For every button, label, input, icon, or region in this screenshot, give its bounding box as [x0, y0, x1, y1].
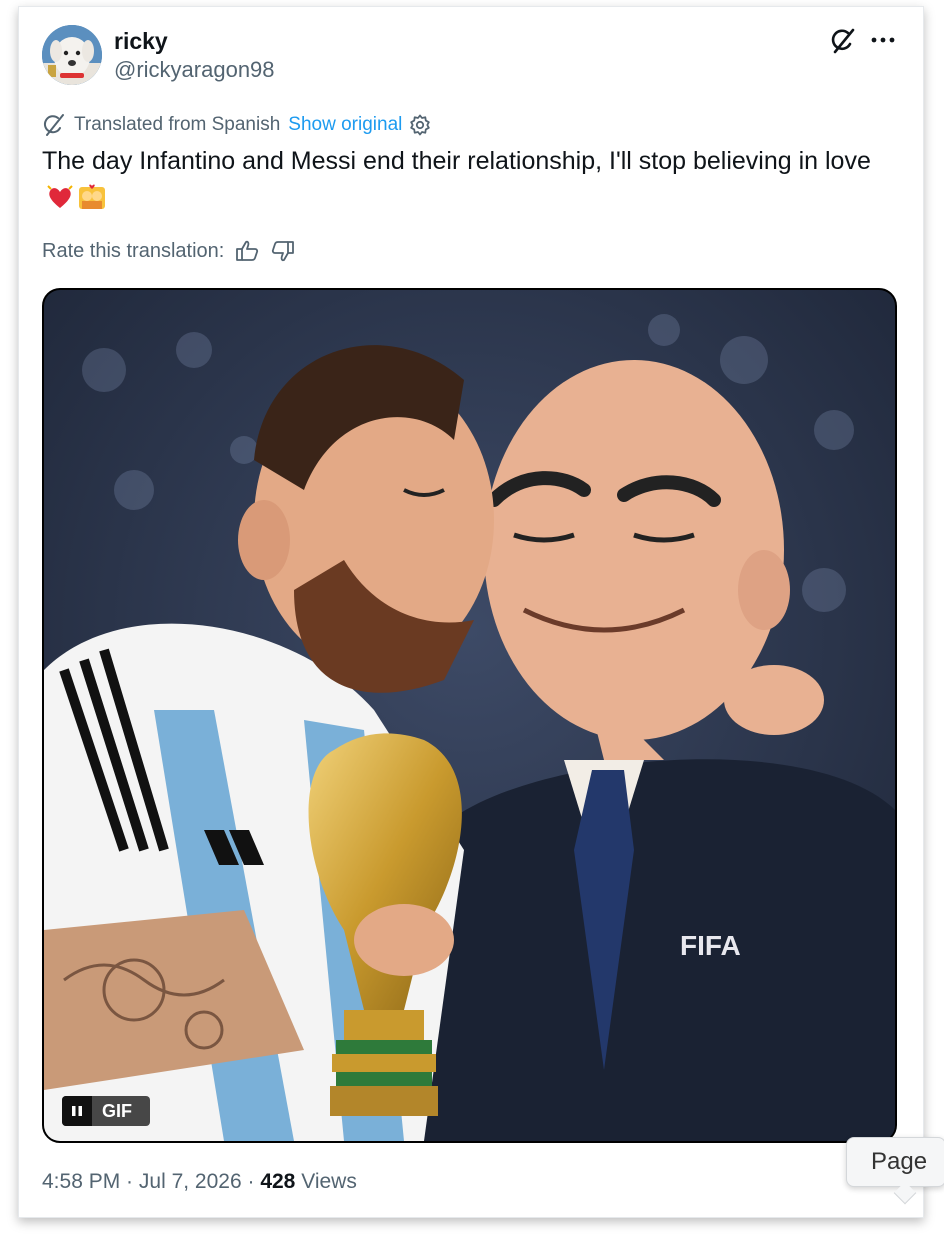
grok-translate-icon — [42, 113, 66, 137]
tweet-date[interactable]: Jul 7, 2026 — [139, 1170, 242, 1193]
show-original-link[interactable]: Show original — [288, 114, 402, 136]
views-label: Views — [295, 1170, 357, 1193]
avatar[interactable] — [42, 25, 102, 85]
pause-icon[interactable] — [62, 1096, 92, 1126]
user-handle[interactable]: @rickyaragon98 — [114, 57, 275, 83]
page-tooltip-label: Page — [871, 1148, 928, 1175]
gif-label: GIF — [102, 1100, 132, 1121]
tweet-meta: 4:58 PM · Jul 7, 2026 · 428 Views — [42, 1170, 357, 1194]
meta-separator: · — [120, 1170, 139, 1193]
heart-with-ribbon-emoji — [46, 183, 74, 211]
more-options-icon[interactable] — [868, 26, 898, 54]
meta-separator: · — [241, 1170, 261, 1193]
gif-badge[interactable]: GIF — [62, 1096, 150, 1126]
translation-bar: Translated from Spanish Show original — [42, 112, 432, 138]
thumbs-up-icon[interactable] — [234, 238, 260, 264]
kiss-couple-emoji — [78, 183, 106, 211]
display-name[interactable]: ricky — [114, 28, 168, 55]
grok-icon[interactable] — [829, 27, 857, 55]
tweet-time[interactable]: 4:58 PM — [42, 1170, 120, 1193]
tweet-body: The day Infantino and Messi end their re… — [42, 147, 871, 175]
gif-media[interactable]: FIFA GIF — [42, 288, 897, 1143]
gear-icon[interactable] — [408, 113, 432, 137]
fifa-jersey-text: FIFA — [680, 930, 741, 961]
page-tooltip: Page — [846, 1137, 944, 1187]
tweet-text: The day Infantino and Messi end their re… — [42, 143, 892, 215]
translated-label: Translated from Spanish — [74, 114, 281, 135]
views-count: 428 — [260, 1170, 296, 1193]
rate-translation-bar: Rate this translation: — [42, 238, 296, 264]
thumbs-down-icon[interactable] — [270, 238, 296, 264]
gif-illustration: FIFA — [44, 290, 895, 1141]
rate-translation-label: Rate this translation: — [42, 239, 225, 262]
